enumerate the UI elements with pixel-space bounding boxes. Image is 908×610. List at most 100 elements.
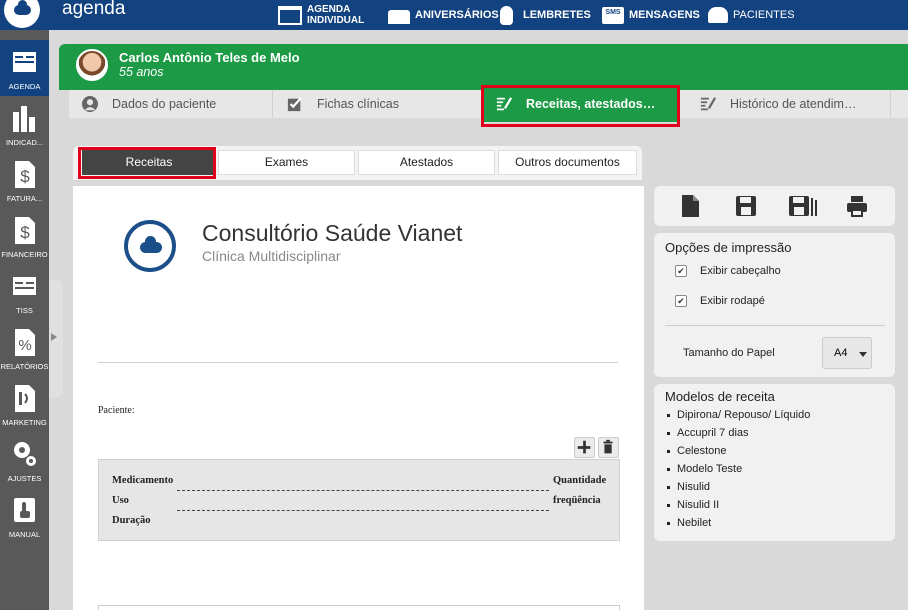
nav-aniversarios[interactable]: ANIVERSÁRIOS <box>388 0 499 30</box>
chevron-right-icon <box>51 333 57 341</box>
trash-icon <box>603 439 613 454</box>
model-item[interactable]: Celestone <box>667 442 810 460</box>
medicamento-label: Medicamento <box>112 475 174 486</box>
uso-label: Uso <box>112 495 129 506</box>
chevron-down-icon <box>859 352 867 357</box>
model-item[interactable]: Nisulid <box>667 478 810 496</box>
nav-agenda-label2: INDIVIDUAL <box>307 15 365 26</box>
sidebar-item-ajustes[interactable]: AJUSTES <box>0 432 49 488</box>
delete-medication-button[interactable] <box>598 437 619 458</box>
sidebar-label: TISS <box>16 306 33 315</box>
avatar <box>76 49 108 81</box>
frequencia-label: freqüência <box>553 495 601 506</box>
patient-name: Carlos Antônio Teles de Melo <box>119 50 300 65</box>
model-item[interactable]: Nebilet <box>667 514 810 532</box>
show-footer-checkbox[interactable]: ✔ <box>675 295 687 307</box>
users-icon <box>708 7 728 23</box>
nav-aniversarios-label: ANIVERSÁRIOS <box>415 9 499 21</box>
marketing-icon <box>15 385 35 412</box>
clinic-name: Consultório Saúde Vianet <box>202 220 463 246</box>
tab-dados-paciente[interactable]: Dados do paciente <box>69 90 273 118</box>
model-item[interactable]: Accupril 7 dias <box>667 424 810 442</box>
nav-agenda-label: AGENDA <box>307 4 351 15</box>
document-toolbar <box>654 186 895 226</box>
subtab-highlight <box>78 147 216 179</box>
sidebar-item-tiss[interactable]: TISS <box>0 264 49 320</box>
medication-box[interactable]: Medicamento Uso Duração Quantidade freqü… <box>98 459 620 541</box>
svg-text:%: % <box>18 337 31 354</box>
tab-historico-atendimentos[interactable]: Histórico de atendim… <box>687 90 891 118</box>
cake-icon <box>388 10 410 24</box>
nav-lembretes-label: LEMBRETES <box>523 9 591 21</box>
svg-text:$: $ <box>20 167 30 186</box>
dollar-document-icon: $ <box>15 161 35 188</box>
model-item[interactable]: Dipirona/ Repouso/ Líquido <box>667 406 810 424</box>
prescription-document: Consultório Saúde Vianet Clínica Multidi… <box>73 186 644 610</box>
add-medication-button[interactable] <box>574 437 595 458</box>
checklist-icon <box>287 97 303 112</box>
sms-icon: SMS <box>602 6 624 24</box>
sidebar-item-relatorios[interactable]: % RELATÓRIOS <box>0 320 49 376</box>
sidebar-item-financeiro[interactable]: $ FINANCEIRO <box>0 208 49 264</box>
show-header-label: Exibir cabeçalho <box>700 265 781 277</box>
model-item[interactable]: Nisulid II <box>667 496 810 514</box>
sidebar-label: AGENDA <box>8 82 41 91</box>
app-title: agenda <box>62 0 126 19</box>
sidebar-label: RELATÓRIOS <box>0 362 49 371</box>
paper-size-select[interactable]: A4 <box>822 337 872 369</box>
calendar-icon <box>278 5 302 25</box>
paper-size-label: Tamanho do Papel <box>683 347 775 359</box>
tab-fichas-clinicas[interactable]: Fichas clínicas <box>274 90 480 118</box>
prescription-models-panel: Modelos de receita Dipirona/ Repouso/ Lí… <box>654 384 895 541</box>
patient-age: 55 anos <box>119 65 164 79</box>
tab-label: Histórico de atendim… <box>730 97 857 111</box>
nav-mensagens-label: MENSAGENS <box>629 9 700 21</box>
patient-field-label: Paciente: <box>98 405 135 416</box>
nav-pacientes-label: PACIENTES <box>733 9 795 21</box>
dollar-document-icon: $ <box>15 217 35 244</box>
print-options-panel: Opções de impressão ✔ Exibir cabeçalho ✔… <box>654 233 895 377</box>
lightbulb-icon <box>500 5 513 25</box>
model-item[interactable]: Modelo Teste <box>667 460 810 478</box>
show-footer-label: Exibir rodapé <box>700 295 765 307</box>
plus-icon <box>577 440 591 454</box>
divider <box>98 362 618 363</box>
person-icon <box>82 96 98 112</box>
save-icon[interactable] <box>735 194 757 218</box>
show-header-checkbox[interactable]: ✔ <box>675 265 687 277</box>
sidebar-item-agenda[interactable]: AGENDA <box>0 40 49 96</box>
sidebar-label: FATURA... <box>6 194 43 203</box>
print-icon[interactable] <box>846 194 868 218</box>
save-all-icon[interactable] <box>788 194 818 218</box>
sidebar-item-marketing[interactable]: MARKETING <box>0 376 49 432</box>
patient-header: Carlos Antônio Teles de Melo 55 anos <box>59 44 908 90</box>
calendar-icon <box>13 52 36 72</box>
touch-hand-icon <box>14 498 35 522</box>
nav-lembretes[interactable]: LEMBRETES <box>500 0 591 30</box>
sidebar-item-indicadores[interactable]: INDICAD... <box>0 96 49 152</box>
sidebar-item-manual[interactable]: MANUAL <box>0 488 49 544</box>
quantidade-label: Quantidade <box>553 475 607 486</box>
sidebar-label: MARKETING <box>2 418 47 427</box>
print-options-title: Opções de impressão <box>665 240 792 255</box>
nav-pacientes[interactable]: PACIENTES <box>708 0 795 30</box>
tab-label: Fichas clínicas <box>317 97 399 111</box>
sidebar-item-faturamento[interactable]: $ FATURA... <box>0 152 49 208</box>
new-document-icon[interactable] <box>679 194 701 218</box>
percent-document-icon: % <box>15 329 35 356</box>
divider <box>98 605 620 610</box>
subtab-atestados[interactable]: Atestados <box>358 150 495 175</box>
models-title: Modelos de receita <box>665 389 775 404</box>
sidebar-label: INDICAD... <box>5 138 44 147</box>
document-grid-icon <box>13 277 36 295</box>
duracao-label: Duração <box>112 515 151 526</box>
nav-mensagens[interactable]: SMS MENSAGENS <box>602 0 700 30</box>
sidebar-collapse-handle[interactable] <box>49 280 63 398</box>
top-bar: agenda AGENDA INDIVIDUAL ANIVERSÁRIOS LEM… <box>0 0 908 30</box>
prescription-icon <box>700 97 717 111</box>
nav-agenda-individual[interactable]: AGENDA INDIVIDUAL <box>278 0 364 30</box>
uso-line <box>177 510 549 511</box>
subtab-outros-documentos[interactable]: Outros documentos <box>498 150 637 175</box>
app-logo[interactable] <box>4 0 40 30</box>
subtab-exames[interactable]: Exames <box>218 150 355 175</box>
